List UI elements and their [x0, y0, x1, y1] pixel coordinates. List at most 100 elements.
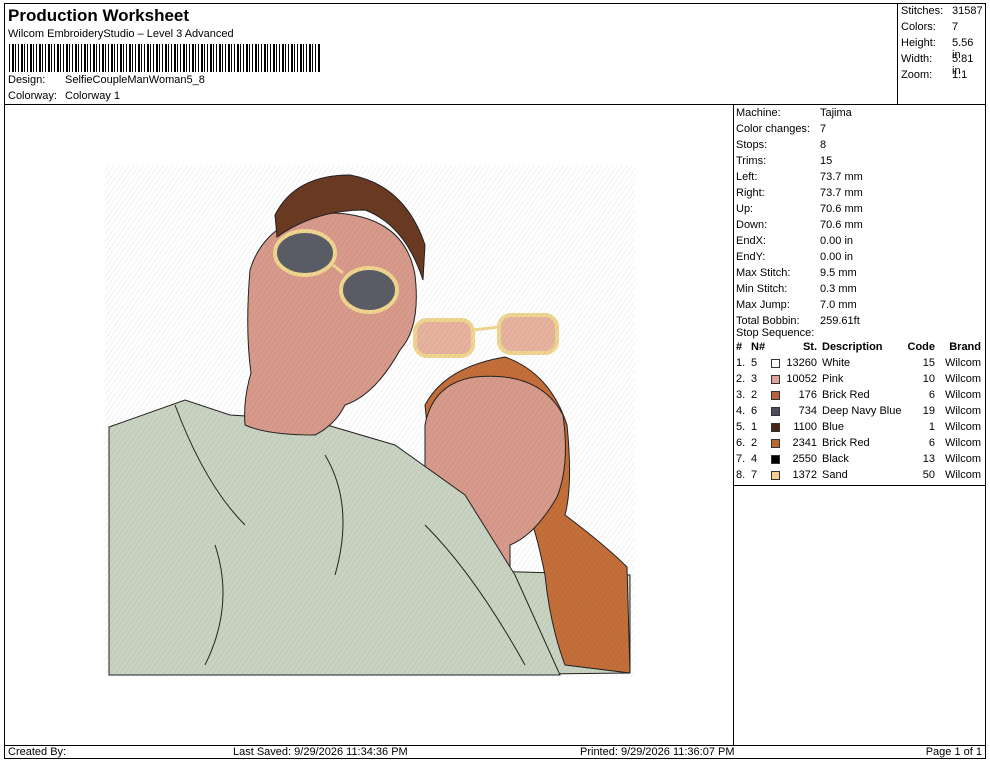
table-row: 1. 5 13260 White 15 Wilcom [734, 357, 985, 373]
thread-brand: Wilcom [944, 453, 981, 465]
needle-number: 1 [751, 421, 758, 433]
color-swatch [771, 423, 780, 432]
color-description: Blue [822, 421, 845, 433]
needle-number: 2 [751, 389, 758, 401]
summary-height: Height: 5.56 in [901, 37, 974, 61]
stat-color-changes: Color changes: 7 [736, 123, 827, 135]
color-description: Sand [822, 469, 848, 481]
color-description: Deep Navy Blue [822, 405, 902, 417]
worksheet-sheet: Production Worksheet Wilcom EmbroiderySt… [4, 3, 986, 759]
stat-endy: EndY: 0.00 in [736, 251, 854, 263]
stop-sequence-title: Stop Sequence: [736, 327, 815, 339]
software-name: Wilcom EmbroideryStudio – Level 3 Advanc… [8, 28, 234, 40]
stat-trims: Trims: 15 [736, 155, 833, 167]
stitch-count: 2341 [792, 437, 817, 449]
color-swatch [771, 455, 780, 464]
header: Production Worksheet Wilcom EmbroiderySt… [5, 4, 898, 105]
color-description: Brick Red [822, 389, 870, 401]
summary-stitches: Stitches: 31587 [901, 5, 983, 17]
thread-brand: Wilcom [944, 389, 981, 401]
color-swatch [771, 407, 780, 416]
page-number: Page 1 of 1 [925, 746, 982, 758]
row-index: 7. [736, 453, 746, 465]
table-row: 4. 6 734 Deep Navy Blue 19 Wilcom [734, 405, 985, 421]
colorway-row: Colorway: Colorway 1 [8, 90, 120, 102]
row-index: 8. [736, 469, 746, 481]
row-index: 2. [736, 373, 746, 385]
stat-max-jump: Max Jump: 7.0 mm [736, 299, 857, 311]
stat-max-stitch: Max Stitch: 9.5 mm [736, 267, 857, 279]
table-row: 6. 2 2341 Brick Red 6 Wilcom [734, 437, 985, 453]
color-code: 19 [922, 405, 935, 417]
stitch-count: 2550 [792, 453, 817, 465]
thread-brand: Wilcom [944, 437, 981, 449]
row-index: 6. [736, 437, 746, 449]
stitch-count: 1372 [792, 469, 817, 481]
summary-colors: Colors: 7 [901, 21, 959, 33]
stop-sequence-table: # N# St. Description Code Brand 1. 5 13260… [734, 341, 985, 486]
printed-date: Printed: 9/29/2026 11:36:07 PM [580, 746, 735, 758]
color-description: White [822, 357, 851, 369]
table-row: 8. 7 1372 Sand 50 Wilcom [734, 469, 985, 485]
design-label: Design: [8, 74, 46, 86]
thread-brand: Wilcom [944, 421, 981, 433]
table-row: 5. 1 1100 Blue 1 Wilcom [734, 421, 985, 437]
row-index: 3. [736, 389, 746, 401]
table-row: 2. 3 10052 Pink 10 Wilcom [734, 373, 985, 389]
color-code: 10 [922, 373, 935, 385]
color-swatch [771, 359, 780, 368]
color-swatch [771, 375, 780, 384]
stat-min-stitch: Min Stitch: 0.3 mm [736, 283, 857, 295]
stat-machine: Machine: Tajima [736, 107, 852, 119]
row-index: 5. [736, 421, 746, 433]
stitch-count: 13260 [786, 357, 817, 369]
stitch-count: 734 [798, 405, 817, 417]
summary-zoom: Zoom: 1:1 [901, 69, 968, 81]
stat-up: Up: 70.6 mm [736, 203, 863, 215]
needle-number: 2 [751, 437, 758, 449]
stat-stops: Stops: 8 [736, 139, 827, 151]
needle-number: 3 [751, 373, 758, 385]
page-title: Production Worksheet [8, 6, 190, 25]
last-saved: Last Saved: 9/29/2026 11:34:36 PM [233, 746, 408, 758]
thread-brand: Wilcom [944, 469, 981, 481]
colorway-value: Colorway 1 [65, 90, 121, 102]
row-index: 4. [736, 405, 746, 417]
color-swatch [771, 471, 780, 480]
barcode [9, 44, 321, 72]
stitch-count: 1100 [793, 421, 817, 433]
color-code: 13 [922, 453, 935, 465]
footer: Created By: Last Saved: 9/29/2026 11:34:… [5, 745, 985, 759]
stitch-count: 176 [798, 389, 817, 401]
table-header-row: # N# St. Description Code Brand [736, 341, 981, 353]
thread-brand: Wilcom [944, 405, 981, 417]
thread-brand: Wilcom [944, 357, 981, 369]
needle-number: 6 [751, 405, 758, 417]
stats-panel: Machine: Tajima Color changes: 7 Stops: 8 T… [734, 105, 985, 745]
needle-number: 7 [751, 469, 758, 481]
stitch-count: 10052 [786, 373, 817, 385]
design-summary: Stitches: 31587 Colors: 7 Height: 5.56 in W… [898, 4, 985, 105]
color-description: Black [822, 453, 849, 465]
color-code: 15 [922, 357, 935, 369]
stat-left: Left: 73.7 mm [736, 171, 863, 183]
color-swatch [771, 391, 780, 400]
needle-number: 5 [751, 357, 758, 369]
design-row: Design: SelfieCoupleManWoman5_8 [8, 74, 205, 86]
stat-down: Down: 70.6 mm [736, 219, 863, 231]
created-by: Created By: [8, 746, 67, 758]
design-preview [5, 105, 734, 745]
color-description: Pink [822, 373, 844, 385]
color-code: 6 [928, 389, 935, 401]
colorway-label: Colorway: [8, 90, 57, 102]
table-row: 7. 4 2550 Black 13 Wilcom [734, 453, 985, 469]
thread-brand: Wilcom [944, 373, 981, 385]
design-value: SelfieCoupleManWoman5_8 [65, 74, 205, 86]
stat-right: Right: 73.7 mm [736, 187, 863, 199]
embroidery-design-image [105, 165, 635, 677]
color-swatch [771, 439, 780, 448]
stat-endx: EndX: 0.00 in [736, 235, 854, 247]
row-index: 1. [736, 357, 746, 369]
color-description: Brick Red [822, 437, 870, 449]
needle-number: 4 [751, 453, 758, 465]
